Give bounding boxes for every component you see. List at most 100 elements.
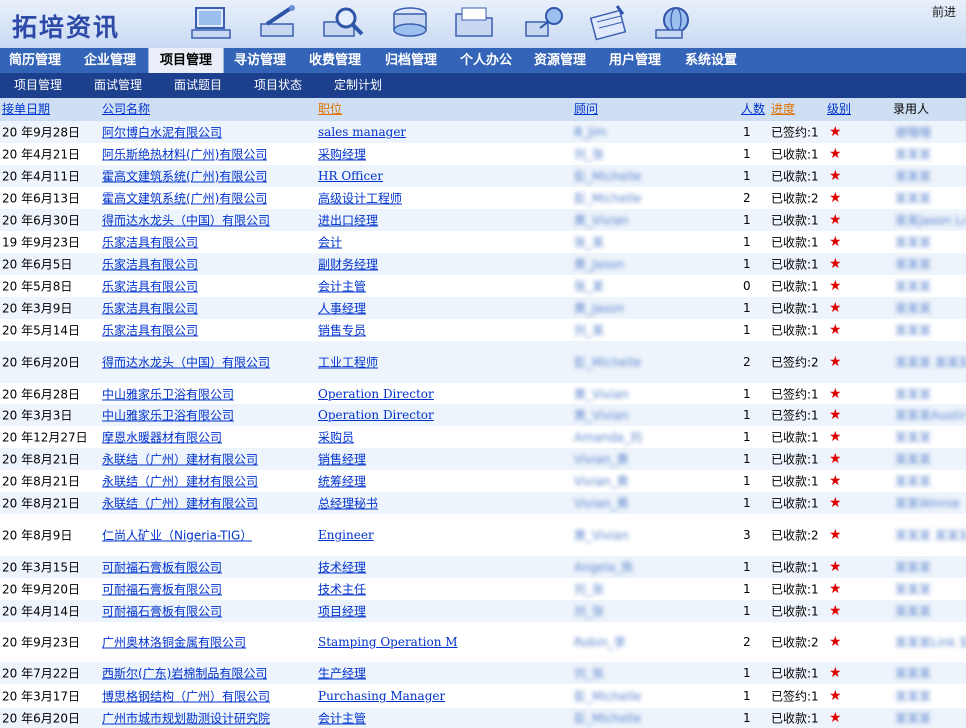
subnav-interview-manage[interactable]: 面试管理 <box>94 73 142 98</box>
cell-position[interactable]: Operation Director <box>318 387 434 401</box>
calculator-icon[interactable] <box>587 4 631 42</box>
cell-company[interactable]: 乐家洁具有限公司 <box>102 300 198 317</box>
cell-hire[interactable]: 某某某 某某某 <box>895 354 966 371</box>
nav-users[interactable]: 用户管理 <box>609 48 661 73</box>
cell-company[interactable]: 中山雅家乐卫浴有限公司 <box>102 407 234 424</box>
nav-search[interactable]: 寻访管理 <box>234 48 286 73</box>
cell-hire[interactable]: 某某某 <box>895 451 931 468</box>
cell-hire[interactable]: 某某某 <box>895 300 931 317</box>
cell-company[interactable]: 仁尚人矿业（Nigeria-TIG） <box>102 527 252 544</box>
cell-company[interactable]: 乐家洁具有限公司 <box>102 234 198 251</box>
cell-position[interactable]: 会计主管 <box>318 710 366 727</box>
network-icon[interactable] <box>522 4 566 42</box>
cell-position[interactable]: 采购员 <box>318 429 354 446</box>
cell-company[interactable]: 乐家洁具有限公司 <box>102 322 198 339</box>
cell-hire[interactable]: 某某某 <box>895 429 931 446</box>
cell-hire[interactable]: 某某某 <box>895 234 931 251</box>
cell-position[interactable]: 技术主任 <box>318 581 366 598</box>
cell-company[interactable]: 可耐福石膏板有限公司 <box>102 581 222 598</box>
cell-hire[interactable]: 某某某 某某某 某某某 <box>895 527 966 544</box>
cell-position[interactable]: Engineer <box>318 528 374 542</box>
header-level[interactable]: 级别 <box>827 98 851 121</box>
cell-position[interactable]: 副财务经理 <box>318 256 378 273</box>
cell-company[interactable]: 乐家洁具有限公司 <box>102 256 198 273</box>
cell-hire[interactable]: 某某某Austin <box>895 407 966 424</box>
cell-position[interactable]: 技术经理 <box>318 559 366 576</box>
cell-hire[interactable]: 某某某 <box>895 688 931 705</box>
cell-hire[interactable]: 某某某 <box>895 256 931 273</box>
cell-position[interactable]: Stamping Operation M <box>318 635 458 649</box>
cell-hire[interactable]: 某某某 <box>895 665 931 682</box>
forward-link[interactable]: 前进 <box>932 3 956 20</box>
cell-position[interactable]: sales manager <box>318 125 406 139</box>
cell-position[interactable]: 统筹经理 <box>318 473 366 490</box>
cell-company[interactable]: 广州市城市规划勘测设计研究院 <box>102 710 270 727</box>
cell-hire[interactable]: 某某某 <box>895 190 931 207</box>
cell-position[interactable]: 采购经理 <box>318 146 366 163</box>
magnifier-icon[interactable] <box>322 4 366 42</box>
cell-company[interactable]: 永联结（广州）建材有限公司 <box>102 451 258 468</box>
cell-hire[interactable]: 某某某 <box>895 473 931 490</box>
cell-company[interactable]: 可耐福石膏板有限公司 <box>102 559 222 576</box>
cell-hire[interactable]: 某某某 <box>895 559 931 576</box>
nav-resources[interactable]: 资源管理 <box>534 48 586 73</box>
cell-hire[interactable]: 某某某 <box>895 322 931 339</box>
cell-company[interactable]: 博思格钢结构（广州）有限公司 <box>102 688 270 705</box>
globe-icon[interactable] <box>652 4 696 42</box>
header-company[interactable]: 公司名称 <box>102 98 150 121</box>
tools-icon[interactable] <box>257 4 301 42</box>
cell-company[interactable]: 中山雅家乐卫浴有限公司 <box>102 385 234 402</box>
cell-hire[interactable]: 某某某 <box>895 710 931 727</box>
cell-position[interactable]: Purchasing Manager <box>318 689 445 703</box>
computer-icon[interactable] <box>190 4 234 42</box>
cell-hire[interactable]: 谢哦哦 <box>895 124 931 141</box>
nav-resume[interactable]: 简历管理 <box>9 48 61 73</box>
cell-position[interactable]: 项目经理 <box>318 603 366 620</box>
cell-company[interactable]: 广州奥林洛铜金属有限公司 <box>102 634 246 651</box>
cell-hire[interactable]: 某某Winnie <box>895 495 960 512</box>
cell-hire[interactable]: 某某某Link 某某某 <box>895 634 966 651</box>
cell-hire[interactable]: 某某某 <box>895 146 931 163</box>
cell-company[interactable]: 乐家洁具有限公司 <box>102 278 198 295</box>
cell-position[interactable]: 进出口经理 <box>318 212 378 229</box>
nav-archive[interactable]: 归档管理 <box>385 48 437 73</box>
cell-position[interactable]: HR Officer <box>318 169 383 183</box>
cell-company[interactable]: 永联结（广州）建材有限公司 <box>102 473 258 490</box>
cell-position[interactable]: Operation Director <box>318 408 434 422</box>
cell-company[interactable]: 得而达水龙头（中国）有限公司 <box>102 212 270 229</box>
subnav-project-status[interactable]: 项目状态 <box>254 73 302 98</box>
folder-icon[interactable] <box>452 4 496 42</box>
cell-company[interactable]: 霍高文建筑系统(广州)有限公司 <box>102 168 267 185</box>
cell-company[interactable]: 霍高文建筑系统(广州)有限公司 <box>102 190 267 207</box>
cell-hire[interactable]: 某某某 <box>895 581 931 598</box>
cell-company[interactable]: 摩恩水暖器材有限公司 <box>102 429 222 446</box>
header-order-date[interactable]: 接单日期 <box>2 98 50 121</box>
header-count[interactable]: 人数 <box>741 98 765 121</box>
cell-position[interactable]: 销售专员 <box>318 322 366 339</box>
cell-company[interactable]: 阿尔博白水泥有限公司 <box>102 124 222 141</box>
cell-company[interactable]: 可耐福石膏板有限公司 <box>102 603 222 620</box>
cell-position[interactable]: 高级设计工程师 <box>318 190 402 207</box>
cell-company[interactable]: 永联结（广州）建材有限公司 <box>102 495 258 512</box>
cell-hire[interactable]: 某某某 <box>895 278 931 295</box>
cell-position[interactable]: 工业工程师 <box>318 354 378 371</box>
cell-position[interactable]: 人事经理 <box>318 300 366 317</box>
cell-position[interactable]: 会计 <box>318 234 342 251</box>
cell-company[interactable]: 阿乐斯绝热材料(广州)有限公司 <box>102 146 267 163</box>
nav-office[interactable]: 个人办公 <box>460 48 512 73</box>
nav-enterprise[interactable]: 企业管理 <box>84 48 136 73</box>
cell-hire[interactable]: 某某某 <box>895 385 931 402</box>
subnav-custom-plan[interactable]: 定制计划 <box>334 73 382 98</box>
header-consultant[interactable]: 顾问 <box>574 98 598 121</box>
cell-hire[interactable]: 某某某 <box>895 168 931 185</box>
cell-position[interactable]: 总经理秘书 <box>318 495 378 512</box>
cell-position[interactable]: 销售经理 <box>318 451 366 468</box>
subnav-project-manage[interactable]: 项目管理 <box>14 73 62 98</box>
header-progress[interactable]: 进度 <box>771 98 795 121</box>
nav-project[interactable]: 项目管理 <box>148 48 224 73</box>
nav-settings[interactable]: 系统设置 <box>685 48 737 73</box>
nav-billing[interactable]: 收费管理 <box>309 48 361 73</box>
cell-company[interactable]: 西斯尔(广东)岩棉制品有限公司 <box>102 665 267 682</box>
header-position[interactable]: 职位 <box>318 98 342 121</box>
database-icon[interactable] <box>388 4 432 42</box>
